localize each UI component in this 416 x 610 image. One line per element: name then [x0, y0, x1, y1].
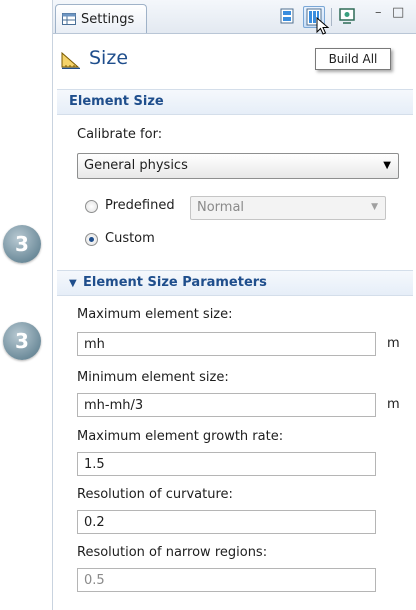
calibrate-label: Calibrate for: — [77, 127, 163, 142]
tab-settings[interactable]: Settings — [55, 4, 147, 33]
predefined-select: Normal ▼ — [190, 196, 386, 220]
predefined-value: Normal — [197, 200, 245, 215]
narrow-regions-input — [78, 569, 375, 591]
predefined-label: Predefined — [105, 198, 175, 213]
step-badge-3b: 3 — [3, 322, 41, 360]
element-size-header[interactable]: Element Size — [57, 89, 413, 115]
element-size-parameters-label: Element Size Parameters — [83, 275, 267, 290]
expand-triangle-icon: ▼ — [69, 278, 77, 289]
graphics-button[interactable] — [337, 6, 359, 28]
curvature-field[interactable] — [77, 510, 376, 534]
step-badge-3a: 3 — [3, 225, 41, 263]
build-all-tooltip: Build All — [315, 48, 391, 70]
growth-rate-input[interactable] — [78, 453, 375, 475]
chevron-down-icon: ▼ — [383, 160, 391, 171]
calibrate-value: General physics — [84, 158, 188, 173]
predefined-radio[interactable] — [85, 200, 98, 213]
curvature-label: Resolution of curvature: — [77, 487, 233, 502]
custom-radio[interactable] — [85, 233, 98, 246]
max-size-label: Maximum element size: — [77, 307, 233, 322]
max-size-input[interactable] — [78, 333, 375, 355]
build-selected-icon — [280, 8, 294, 24]
graphics-icon — [339, 8, 355, 24]
min-size-label: Minimum element size: — [77, 370, 229, 385]
narrow-regions-label: Resolution of narrow regions: — [77, 545, 268, 560]
size-ruler-icon — [61, 51, 80, 69]
cursor-pointer-icon — [316, 17, 330, 35]
max-size-field[interactable] — [77, 332, 376, 356]
page-title: Size — [89, 47, 129, 69]
custom-label: Custom — [105, 231, 155, 246]
maximize-icon[interactable]: □ — [392, 5, 404, 20]
toolbar-divider — [331, 8, 332, 26]
curvature-input[interactable] — [78, 511, 375, 533]
element-size-parameters-header[interactable]: ▼ Element Size Parameters — [57, 270, 413, 296]
narrow-regions-field — [77, 568, 376, 592]
tab-bar: Settings – □ — [53, 0, 416, 35]
growth-rate-field[interactable] — [77, 452, 376, 476]
minimize-icon[interactable]: – — [375, 5, 382, 20]
max-size-unit: m — [387, 336, 400, 351]
min-size-unit: m — [387, 397, 400, 412]
min-size-input[interactable] — [78, 394, 375, 416]
min-size-field[interactable] — [77, 393, 376, 417]
growth-rate-label: Maximum element growth rate: — [77, 429, 284, 444]
tab-label: Settings — [81, 12, 135, 27]
build-selected-button[interactable] — [277, 6, 299, 28]
settings-table-icon — [62, 13, 76, 25]
calibrate-select[interactable]: General physics ▼ — [77, 153, 399, 179]
element-size-header-label: Element Size — [69, 94, 164, 109]
chevron-down-icon: ▼ — [371, 202, 378, 212]
settings-panel: Settings – □ Size Build All Element Size… — [52, 0, 416, 610]
